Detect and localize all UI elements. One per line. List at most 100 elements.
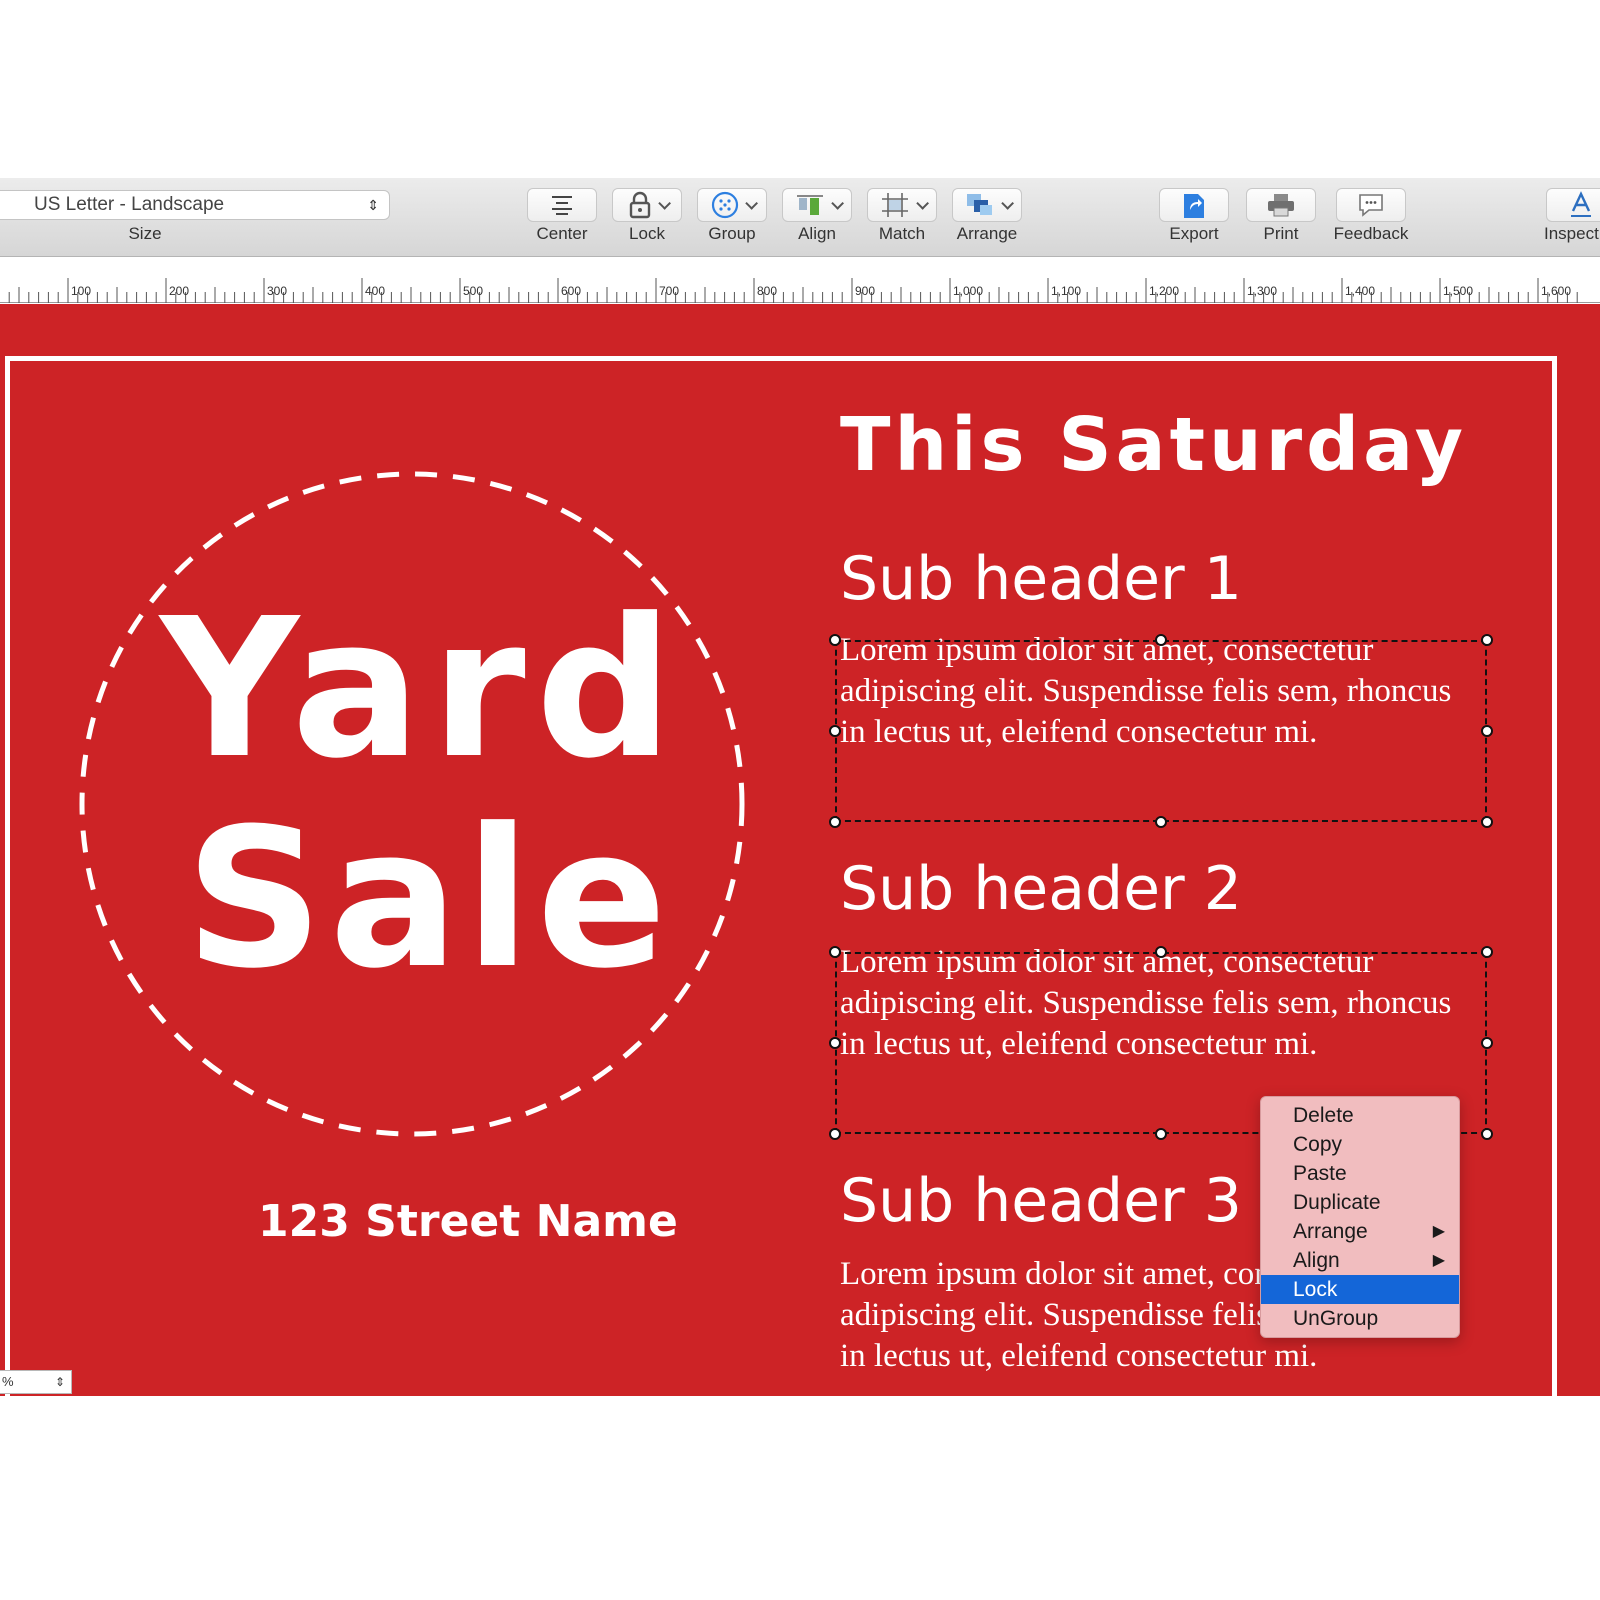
menu-item-align[interactable]: Align ▶: [1261, 1246, 1459, 1275]
group-icon: [711, 191, 738, 219]
sub-header-2[interactable]: Sub header 2: [840, 854, 1242, 924]
size-label: Size: [128, 224, 162, 243]
export-icon: [1184, 194, 1204, 218]
resize-handle[interactable]: [829, 946, 841, 958]
arrange-layers-icon: [966, 194, 992, 215]
chevron-down-icon: [744, 196, 758, 210]
zoom-field[interactable]: % ⇕: [0, 1370, 72, 1394]
resize-handle[interactable]: [1155, 1128, 1167, 1140]
lock-button[interactable]: [612, 188, 682, 222]
printer-icon: [1268, 194, 1294, 217]
street-address[interactable]: 123 Street Name: [258, 1196, 678, 1247]
text-style-icon: [1571, 191, 1591, 217]
align-button[interactable]: [782, 188, 852, 222]
export-button[interactable]: [1159, 188, 1229, 222]
ruler-label: 200: [169, 284, 190, 298]
ruler-label: 1,000: [953, 284, 984, 298]
match-button[interactable]: [867, 188, 937, 222]
size-select[interactable]: US Letter - Landscape ⇕: [0, 190, 390, 220]
menu-item-paste[interactable]: Paste: [1261, 1159, 1459, 1188]
ruler-label: 600: [561, 284, 582, 298]
ruler-label: 1,500: [1443, 284, 1474, 298]
group-button[interactable]: [697, 188, 767, 222]
resize-handle[interactable]: [1481, 1037, 1493, 1049]
inspector-label: Inspect: [1544, 224, 1599, 243]
menu-item-arrange[interactable]: Arrange ▶: [1261, 1217, 1459, 1246]
selection-box-1[interactable]: [835, 640, 1487, 822]
updown-chevron-icon: ⇕: [367, 197, 379, 213]
resize-handle[interactable]: [1481, 725, 1493, 737]
menu-item-label: Duplicate: [1293, 1191, 1381, 1214]
ruler-label: 1,400: [1345, 284, 1376, 298]
match-label: Match: [878, 224, 926, 243]
resize-handle[interactable]: [1481, 816, 1493, 828]
updown-chevron-icon[interactable]: ⇕: [55, 1371, 65, 1393]
chevron-down-icon: [915, 196, 929, 210]
menu-item-lock[interactable]: Lock: [1261, 1275, 1459, 1304]
resize-handle[interactable]: [829, 634, 841, 646]
chevron-down-icon: [1000, 196, 1014, 210]
sub-header-1[interactable]: Sub header 1: [840, 544, 1242, 614]
arrange-label: Arrange: [956, 224, 1018, 243]
menu-item-duplicate[interactable]: Duplicate: [1261, 1188, 1459, 1217]
menu-item-ungroup[interactable]: UnGroup: [1261, 1304, 1459, 1333]
export-label: Export: [1169, 224, 1219, 243]
zoom-value: %: [2, 1374, 14, 1389]
menu-item-delete[interactable]: Delete: [1261, 1101, 1459, 1130]
size-select-value: US Letter - Landscape: [34, 194, 225, 215]
headline-yard[interactable]: Yard: [160, 594, 683, 786]
resize-handle[interactable]: [1481, 634, 1493, 646]
menu-item-label: Copy: [1293, 1133, 1343, 1156]
ruler-label: 1,600: [1541, 284, 1572, 298]
arrange-button[interactable]: [952, 188, 1022, 222]
feedback-button[interactable]: [1336, 188, 1406, 222]
menu-item-label: Delete: [1293, 1104, 1354, 1127]
headline-sale[interactable]: Sale: [185, 804, 673, 996]
ruler-label: 800: [757, 284, 778, 298]
resize-handle[interactable]: [829, 725, 841, 737]
submenu-arrow-icon: ▶: [1432, 1223, 1445, 1240]
lock-label: Lock: [629, 224, 665, 243]
align-icon: [796, 195, 823, 215]
group-label: Group: [708, 224, 756, 243]
ruler-label: 300: [267, 284, 288, 298]
ruler-label: 100: [71, 284, 92, 298]
toolbar: US Letter - Landscape ⇕ Size Center Lock: [0, 178, 1600, 257]
menu-item-label: UnGroup: [1293, 1307, 1379, 1330]
resize-handle[interactable]: [1481, 946, 1493, 958]
align-center-icon: [552, 196, 572, 215]
ruler-label: 400: [365, 284, 386, 298]
ruler-label: 1,100: [1051, 284, 1082, 298]
speech-bubble-icon: [1359, 194, 1383, 217]
feedback-label: Feedback: [1333, 224, 1409, 243]
resize-handle[interactable]: [829, 1037, 841, 1049]
ruler-label: 900: [855, 284, 876, 298]
resize-handle[interactable]: [1155, 946, 1167, 958]
ruler-label: 500: [463, 284, 484, 298]
ruler-label: 700: [659, 284, 680, 298]
center-button[interactable]: [527, 188, 597, 222]
ruler-label: 1,200: [1149, 284, 1180, 298]
menu-item-label: Lock: [1293, 1278, 1338, 1301]
align-label: Align: [798, 224, 836, 243]
center-label: Center: [536, 224, 588, 243]
inspector-button[interactable]: [1546, 188, 1600, 222]
menu-item-label: Arrange: [1293, 1220, 1368, 1243]
menu-item-label: Paste: [1293, 1162, 1347, 1185]
resize-handle[interactable]: [829, 1128, 841, 1140]
resize-handle[interactable]: [1155, 816, 1167, 828]
match-size-icon: [881, 193, 908, 217]
chevron-down-icon: [830, 196, 844, 210]
poster-title[interactable]: This Saturday: [840, 402, 1467, 488]
resize-handle[interactable]: [1481, 1128, 1493, 1140]
resize-handle[interactable]: [1155, 634, 1167, 646]
submenu-arrow-icon: ▶: [1432, 1252, 1445, 1269]
resize-handle[interactable]: [829, 816, 841, 828]
print-label: Print: [1263, 224, 1299, 243]
sub-header-3[interactable]: Sub header 3: [840, 1166, 1242, 1236]
context-menu: Delete Copy Paste Duplicate Arrange ▶ Align ▶ Lo…: [1260, 1096, 1460, 1338]
print-button[interactable]: [1246, 188, 1316, 222]
padlock-icon: [629, 191, 650, 219]
menu-item-copy[interactable]: Copy: [1261, 1130, 1459, 1159]
horizontal-ruler: 100 200 300 400 500 600 700 800 900 1,000 1,100 1,2…: [0, 258, 1600, 303]
